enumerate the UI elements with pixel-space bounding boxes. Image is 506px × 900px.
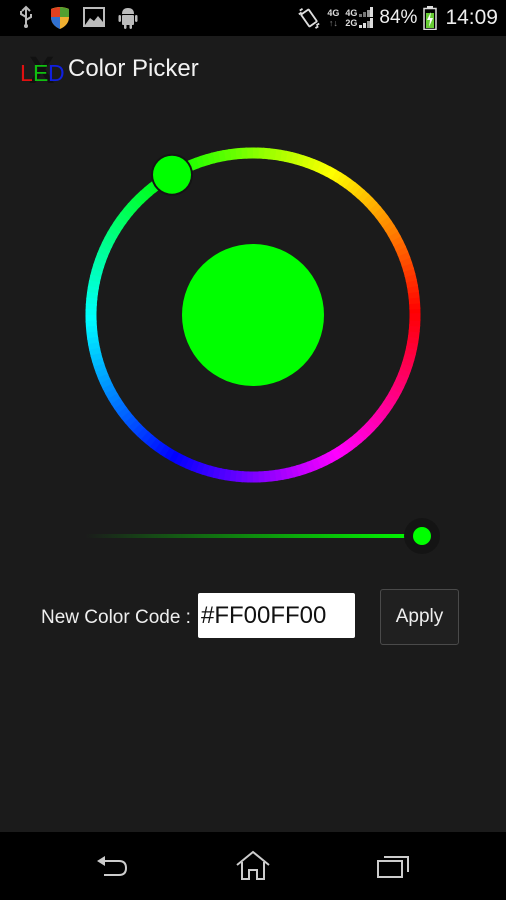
color-code-row: New Color Code : Apply [0,588,506,648]
apply-button[interactable]: Apply [380,589,459,645]
app-bar: X L E D Color Picker [0,36,506,104]
brightness-slider[interactable] [0,510,506,560]
logo-letter-l: L [20,60,33,86]
shield-icon [51,7,69,29]
vibrate-icon [298,8,321,29]
status-bar: 4G ↑↓ 4G 2G 84% 14:09 [0,0,506,36]
app-title: Color Picker [68,55,199,82]
color-code-input[interactable] [198,593,355,638]
android-icon [118,8,138,29]
nav-bar [0,832,506,900]
logo-letter-e: E [33,60,49,86]
color-code-label: New Color Code : [41,607,191,628]
logo-letter-d: D [48,60,65,86]
color-preview-circle[interactable] [182,244,324,386]
recents-icon [377,856,409,878]
home-icon [236,850,270,880]
usb-icon [20,5,32,28]
battery-percent: 84% [379,7,418,28]
image-icon [83,7,105,27]
clock: 14:09 [445,6,498,29]
hue-handle[interactable] [153,155,191,194]
back-icon [97,856,128,876]
signal-icon: 4G 2G [345,7,374,29]
recents-button[interactable] [364,844,424,888]
back-button[interactable] [83,844,143,888]
app-logo: X L E D [20,50,66,92]
color-wheel[interactable] [0,104,506,504]
network-4g-icon: 4G ↑↓ [327,8,340,28]
home-button[interactable] [223,844,283,888]
battery-charging-icon [423,6,438,30]
brightness-track[interactable] [85,534,422,538]
brightness-handle[interactable] [413,527,431,545]
